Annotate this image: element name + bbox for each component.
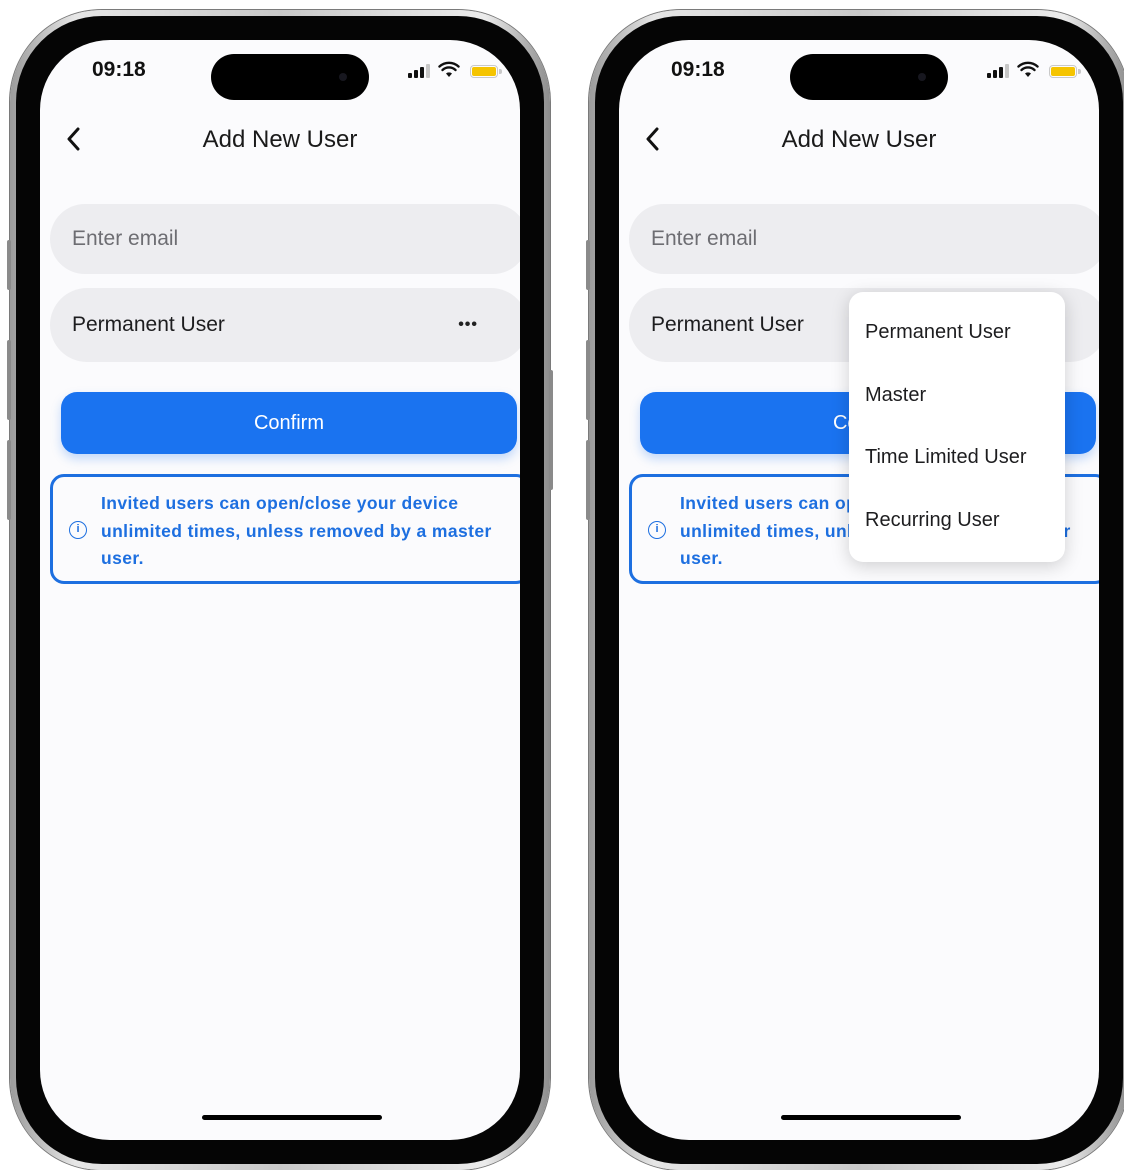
status-icons [408, 61, 518, 80]
info-box: i Invited users can open/close your devi… [50, 474, 520, 584]
power-button [549, 370, 553, 490]
camera-icon [339, 73, 347, 81]
home-indicator[interactable] [202, 1115, 382, 1120]
info-circle-icon: i [648, 521, 666, 539]
camera-icon [918, 73, 926, 81]
volume-up-button [586, 340, 590, 420]
role-select-value: Permanent User [72, 313, 225, 336]
email-placeholder: Enter email [651, 227, 758, 250]
bezel: 09:18 Add New User Enter email Permanent… [595, 16, 1123, 1164]
page-title: Add New User [781, 126, 937, 153]
page-title: Add New User [202, 126, 358, 153]
dynamic-island [211, 54, 369, 100]
email-placeholder: Enter email [72, 227, 179, 250]
role-select[interactable]: Permanent User ••• [50, 288, 520, 362]
ellipsis-icon[interactable]: ••• [458, 317, 478, 333]
wifi-icon [1017, 61, 1039, 77]
wifi-icon [438, 61, 460, 77]
status-icons [987, 61, 1097, 80]
home-indicator[interactable] [781, 1115, 961, 1120]
menu-item-recurring-user[interactable]: Recurring User [865, 509, 999, 532]
menu-item-master[interactable]: Master [865, 384, 926, 407]
phone-right: 09:18 Add New User Enter email Permanent… [586, 10, 1124, 1170]
email-field[interactable]: Enter email [50, 204, 520, 274]
status-time: 09:18 [92, 58, 146, 81]
menu-item-time-limited-user[interactable]: Time Limited User [865, 446, 1027, 469]
screen: 09:18 Add New User Enter email Permanent… [40, 40, 520, 1140]
status-time: 09:18 [671, 58, 725, 81]
cellular-signal-icon [987, 64, 1011, 78]
volume-down-button [7, 440, 11, 520]
volume-down-button [586, 440, 590, 520]
confirm-button[interactable]: Confirm [61, 392, 517, 454]
phone-left: 09:18 Add New User Enter email Permanent… [7, 10, 553, 1170]
screen: 09:18 Add New User Enter email Permanent… [619, 40, 1099, 1140]
volume-up-button [7, 340, 11, 420]
battery-icon [1049, 65, 1081, 78]
menu-item-permanent-user[interactable]: Permanent User [865, 321, 1011, 344]
battery-icon [470, 65, 502, 78]
silent-switch [7, 240, 11, 290]
info-text: Invited users can open/close your device… [101, 493, 492, 568]
cellular-signal-icon [408, 64, 432, 78]
role-select-value: Permanent User [651, 313, 804, 336]
dynamic-island [790, 54, 948, 100]
role-dropdown-menu: Permanent User Master Time Limited User … [849, 292, 1065, 562]
info-circle-icon: i [69, 521, 87, 539]
bezel: 09:18 Add New User Enter email Permanent… [16, 16, 544, 1164]
silent-switch [586, 240, 590, 290]
email-field[interactable]: Enter email [629, 204, 1099, 274]
